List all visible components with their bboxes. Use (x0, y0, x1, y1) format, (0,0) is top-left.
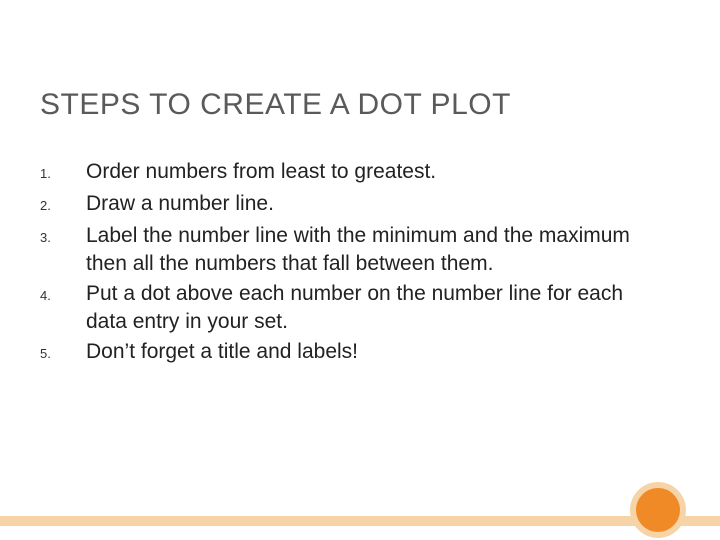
accent-circle-inner (636, 488, 680, 532)
list-item-number: 1. (40, 158, 86, 188)
steps-list: 1. Order numbers from least to greatest.… (40, 158, 660, 370)
list-item-number: 2. (40, 190, 86, 220)
list-item-number: 5. (40, 338, 86, 368)
list-item-text: Put a dot above each number on the numbe… (86, 280, 660, 336)
slide: STEPS TO CREATE A DOT PLOT 1. Order numb… (0, 0, 720, 540)
slide-title: STEPS TO CREATE A DOT PLOT (40, 88, 511, 122)
list-item-number: 4. (40, 280, 86, 310)
list-item-text: Label the number line with the minimum a… (86, 222, 660, 278)
list-item: 3. Label the number line with the minimu… (40, 222, 660, 278)
list-item-number: 3. (40, 222, 86, 252)
accent-bar (0, 516, 720, 526)
list-item: 4. Put a dot above each number on the nu… (40, 280, 660, 336)
list-item: 1. Order numbers from least to greatest. (40, 158, 660, 188)
list-item: 5. Don’t forget a title and labels! (40, 338, 660, 368)
list-item-text: Don’t forget a title and labels! (86, 338, 358, 366)
list-item-text: Order numbers from least to greatest. (86, 158, 436, 186)
list-item-text: Draw a number line. (86, 190, 274, 218)
list-item: 2. Draw a number line. (40, 190, 660, 220)
